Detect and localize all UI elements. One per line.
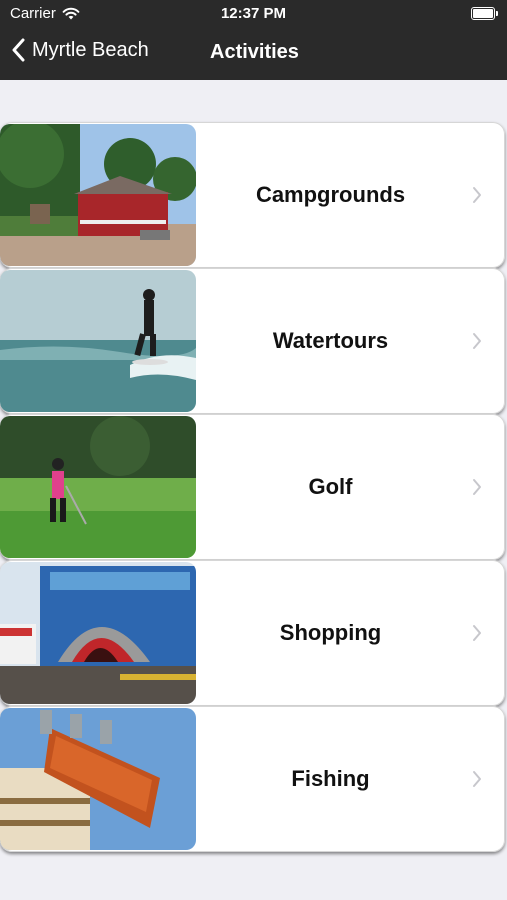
- chevron-right-icon: [473, 479, 481, 495]
- list-item-shopping[interactable]: Shopping: [0, 560, 505, 706]
- chevron-right-icon: [473, 333, 481, 349]
- back-button[interactable]: Myrtle Beach: [12, 38, 149, 62]
- pier-sign-photo: [0, 708, 196, 850]
- chevron-right-icon: [473, 771, 481, 787]
- chevron-left-icon: [12, 38, 25, 62]
- list-item-golf[interactable]: Golf: [0, 414, 505, 560]
- golfer-photo: [0, 416, 196, 558]
- item-label: Shopping: [279, 620, 382, 645]
- list-item-campgrounds[interactable]: Campgrounds: [0, 122, 505, 268]
- navigation-bar: Myrtle Beach Activities: [0, 28, 507, 80]
- clock: 12:37 PM: [220, 5, 287, 22]
- chevron-right-icon: [473, 187, 481, 203]
- item-label: Fishing: [291, 766, 370, 791]
- status-bar: Carrier 12:37 PM: [0, 0, 507, 28]
- chevron-right-icon: [473, 625, 481, 641]
- item-label: Golf: [308, 474, 353, 499]
- page-title: Activities: [210, 41, 299, 63]
- list-item-fishing[interactable]: Fishing: [0, 706, 505, 852]
- list-item-watertours[interactable]: Watertours: [0, 268, 505, 414]
- campground-photo: [0, 124, 196, 266]
- battery-icon: [471, 7, 498, 20]
- back-label: Myrtle Beach: [32, 38, 149, 61]
- item-label: Watertours: [272, 328, 389, 353]
- shark-store-photo: [0, 562, 196, 704]
- item-label: Campgrounds: [255, 182, 406, 207]
- surfer-photo: [0, 270, 196, 412]
